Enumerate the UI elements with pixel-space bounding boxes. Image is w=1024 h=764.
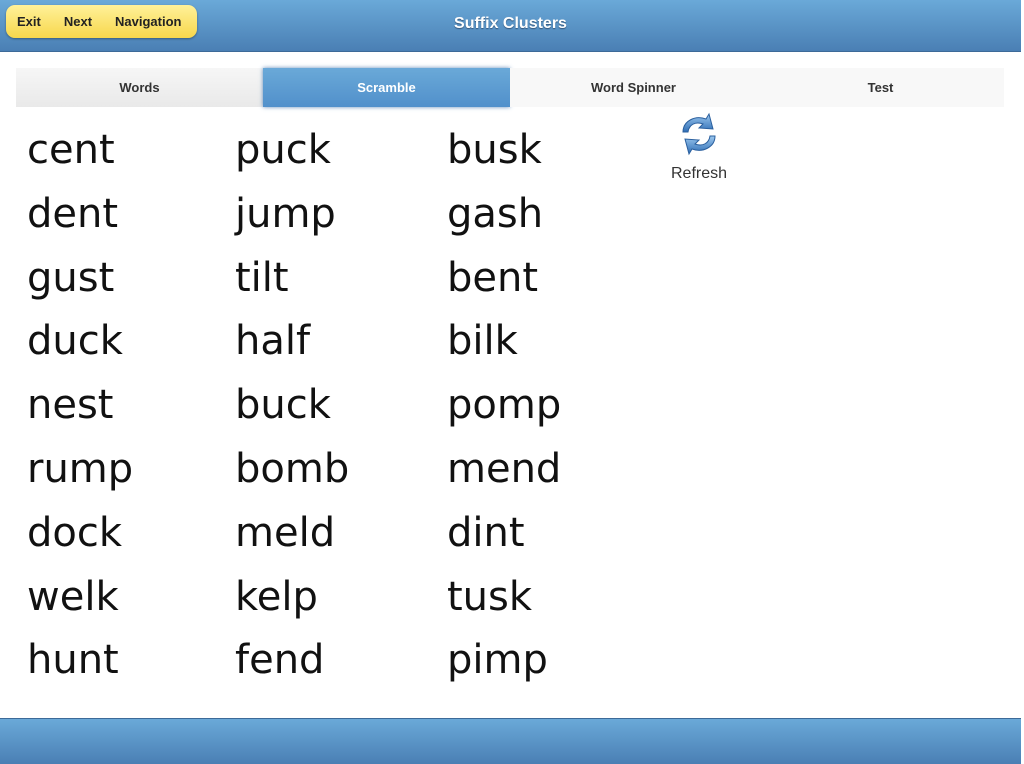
word-item[interactable]: half — [235, 317, 310, 365]
word-item[interactable]: meld — [235, 509, 335, 557]
word-item[interactable]: mend — [447, 445, 561, 493]
word-item[interactable]: bilk — [447, 317, 518, 365]
nav-pill: Exit Next Navigation — [6, 5, 197, 38]
word-item[interactable]: welk — [27, 573, 119, 621]
word-item[interactable]: buck — [235, 381, 331, 429]
word-item[interactable]: dock — [27, 509, 122, 557]
refresh-label: Refresh — [670, 165, 728, 182]
tab-test[interactable]: Test — [757, 68, 1004, 107]
next-button[interactable]: Next — [64, 14, 92, 29]
word-item[interactable]: nest — [27, 381, 113, 429]
word-item[interactable]: busk — [447, 126, 542, 174]
tab-scramble[interactable]: Scramble — [263, 68, 510, 107]
word-item[interactable]: kelp — [235, 573, 318, 621]
word-item[interactable]: duck — [27, 317, 123, 365]
word-item[interactable]: gash — [447, 190, 543, 238]
header-bar: Suffix Clusters Exit Next Navigation — [0, 0, 1021, 52]
word-item[interactable]: pomp — [447, 381, 561, 429]
exit-button[interactable]: Exit — [17, 14, 41, 29]
word-item[interactable]: tusk — [447, 573, 532, 621]
word-item[interactable]: fend — [235, 636, 324, 684]
word-item[interactable]: hunt — [27, 636, 119, 684]
word-item[interactable]: puck — [235, 126, 331, 174]
word-item[interactable]: dent — [27, 190, 118, 238]
tab-word-spinner[interactable]: Word Spinner — [510, 68, 757, 107]
refresh-icon — [682, 112, 716, 156]
footer-bar — [0, 718, 1021, 764]
tab-bar: Words Scramble Word Spinner Test — [16, 68, 1004, 107]
refresh-button[interactable]: Refresh — [668, 110, 730, 183]
word-item[interactable]: pimp — [447, 636, 548, 684]
word-item[interactable]: dint — [447, 509, 525, 557]
word-item[interactable]: gust — [27, 254, 114, 302]
word-item[interactable]: rump — [27, 445, 133, 493]
word-item[interactable]: tilt — [235, 254, 289, 302]
word-item[interactable]: bomb — [235, 445, 349, 493]
tab-words[interactable]: Words — [16, 68, 263, 107]
word-item[interactable]: jump — [235, 190, 336, 238]
word-item[interactable]: cent — [27, 126, 115, 174]
word-item[interactable]: bent — [447, 254, 538, 302]
navigation-button[interactable]: Navigation — [115, 14, 181, 29]
